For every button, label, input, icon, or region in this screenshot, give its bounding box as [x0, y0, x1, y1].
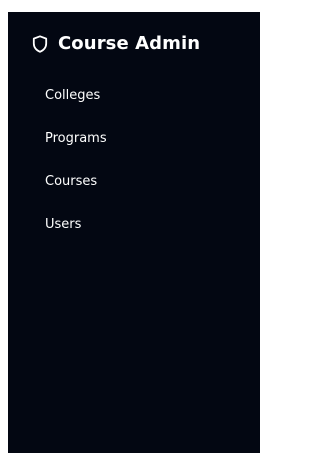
sidebar-nav: Colleges Programs Courses Users [45, 74, 107, 246]
sidebar-item-courses[interactable]: Courses [45, 160, 107, 203]
sidebar-item-programs[interactable]: Programs [45, 117, 107, 160]
shield-icon [32, 35, 48, 53]
app-title: Course Admin [58, 33, 201, 54]
sidebar: Course Admin Colleges Programs Courses U… [8, 12, 260, 453]
brand-header: Course Admin [32, 34, 200, 54]
sidebar-item-users[interactable]: Users [45, 203, 107, 246]
sidebar-item-colleges[interactable]: Colleges [45, 74, 107, 117]
